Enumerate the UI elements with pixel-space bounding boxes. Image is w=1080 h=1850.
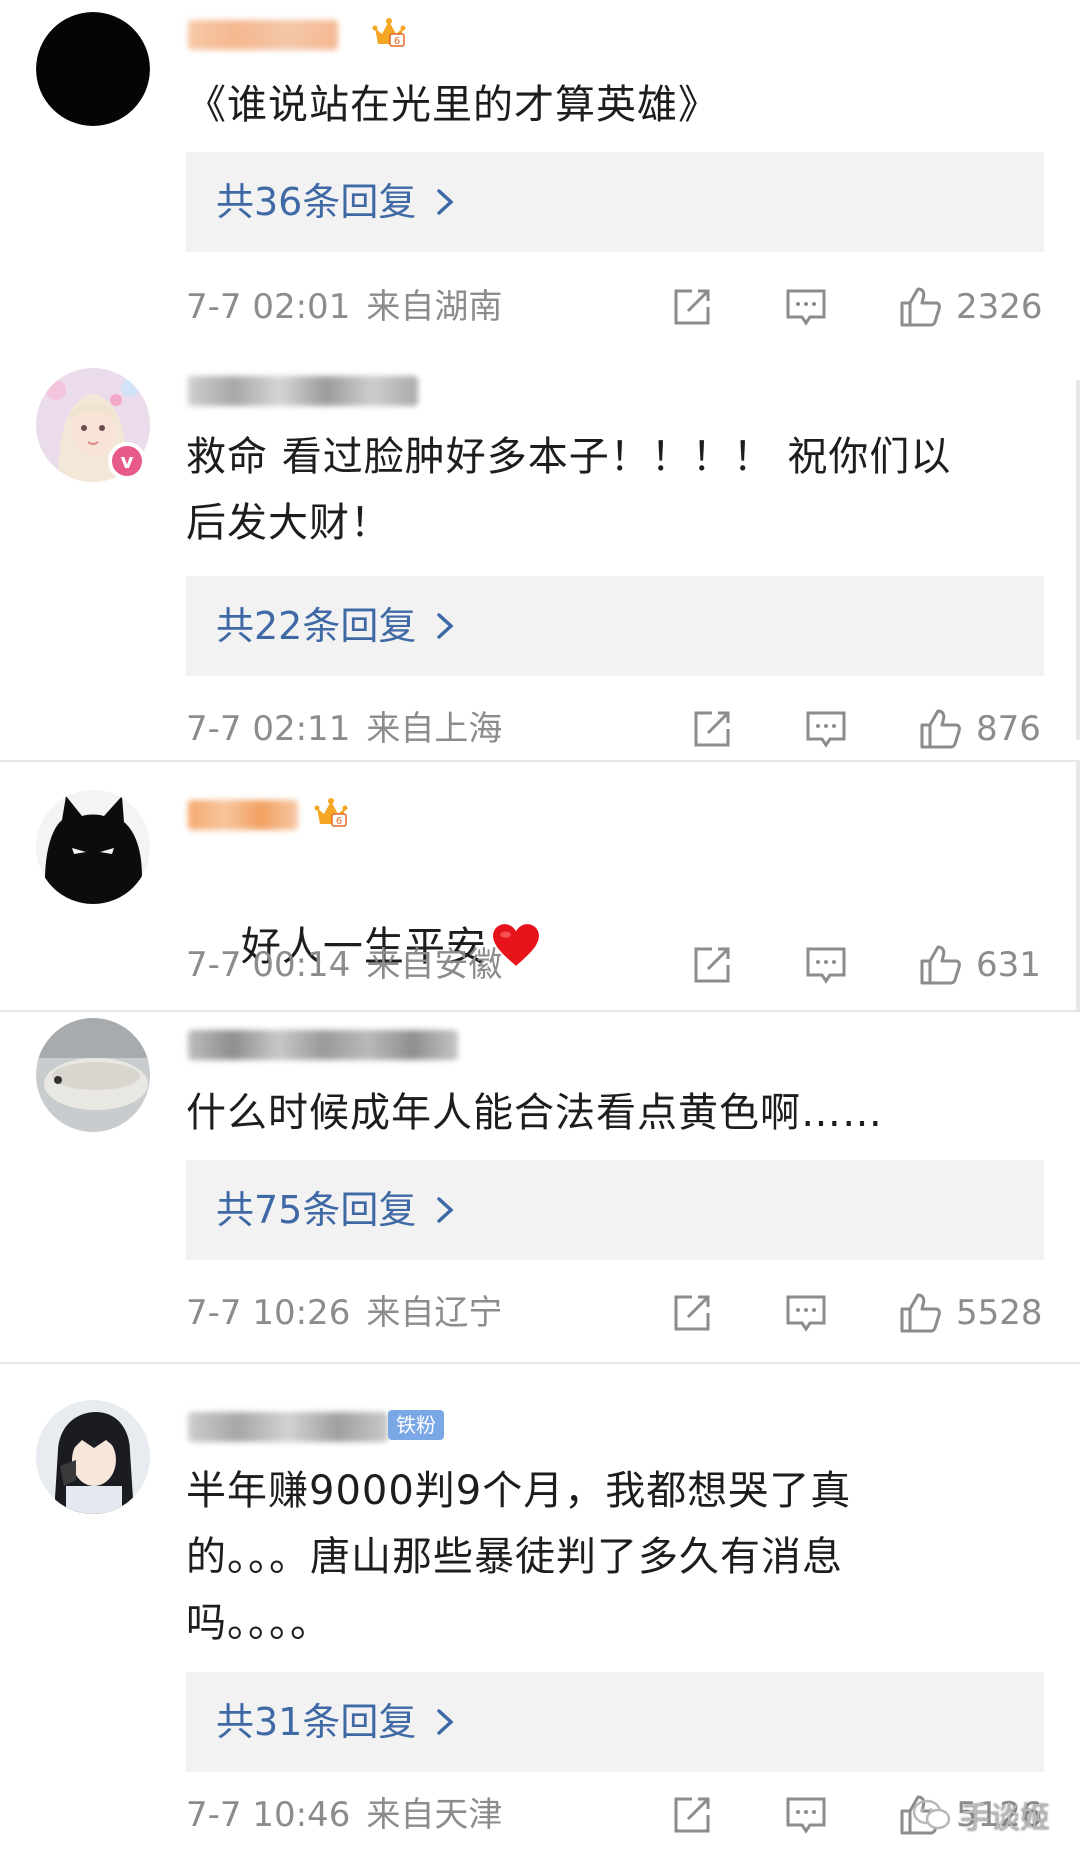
- reply-box[interactable]: 共36条回复: [186, 152, 1044, 252]
- divider: [0, 1362, 1080, 1364]
- share-icon[interactable]: [670, 1291, 714, 1335]
- chevron-right-icon: [437, 1197, 454, 1223]
- like-count: 2326: [956, 287, 1043, 327]
- comment-meta: 7-7 02:11 来自上海: [186, 704, 502, 754]
- comment: 6 好人一生平安 7-7 00:14 来自安徽 631: [0, 780, 1080, 1010]
- share-icon[interactable]: [690, 943, 734, 987]
- comment-icon[interactable]: [804, 943, 848, 987]
- comment-time: 7-7 10:46: [186, 1795, 351, 1835]
- comment-text: 半年赚9000判9个月，我都想哭了真 的。。。唐山那些暴徒判了多久有消息 吗。。…: [186, 1468, 852, 1646]
- reply-count-label: 共75条回复: [216, 1188, 417, 1232]
- view-replies-link[interactable]: 共36条回复: [216, 152, 454, 252]
- avatar[interactable]: [36, 12, 150, 126]
- username-blurred[interactable]: [188, 20, 338, 50]
- chevron-right-icon: [437, 613, 454, 639]
- share-icon[interactable]: [690, 707, 734, 751]
- like-count: 876: [976, 709, 1041, 749]
- crown-icon: 6: [314, 798, 348, 827]
- comment-actions: 5528: [670, 1288, 1043, 1338]
- view-replies-link[interactable]: 共31条回复: [216, 1672, 454, 1772]
- avatar[interactable]: [36, 1018, 150, 1132]
- watermark-text: 手谈姬: [960, 1801, 1050, 1836]
- comment-text: 救命 看过脸肿好多本子！！！！ 祝你们以 后发大财！: [186, 434, 952, 546]
- share-icon[interactable]: [670, 1793, 714, 1837]
- chevron-right-icon: [437, 1709, 454, 1735]
- reply-box[interactable]: 共22条回复: [186, 576, 1044, 676]
- reply-count-label: 共36条回复: [216, 180, 417, 224]
- like-icon[interactable]: [898, 1291, 942, 1335]
- svg-text:6: 6: [336, 816, 342, 827]
- comment: 什么时候成年人能合法看点黄色啊…… 共75条回复 7-7 10:26 来自辽宁 5…: [0, 1010, 1080, 1350]
- edge-line: [1076, 760, 1080, 1010]
- comment-icon[interactable]: [784, 1793, 828, 1837]
- black-circle-avatar-image: [36, 12, 150, 126]
- comment: 6 《谁说站在光里的才算英雄》 共36条回复 7-7 02:01 来自湖南 232…: [0, 0, 1080, 327]
- username-blurred[interactable]: [188, 1412, 388, 1442]
- comment-location: 来自辽宁: [366, 1293, 503, 1333]
- comment-time: 7-7 00:14: [186, 945, 351, 985]
- comment-location: 来自上海: [366, 709, 503, 749]
- fan-badge: 铁粉: [388, 1410, 444, 1440]
- comment: v 救命 看过脸肿好多本子！！！！ 祝你们以 后发大财！ 共22条回复 7-7 …: [0, 360, 1080, 760]
- comment-location: 来自天津: [366, 1795, 503, 1835]
- like-icon[interactable]: [918, 707, 962, 751]
- comment-text: 什么时候成年人能合法看点黄色啊……: [186, 1090, 883, 1136]
- wechat-icon: [912, 1799, 951, 1830]
- view-replies-link[interactable]: 共22条回复: [216, 576, 454, 676]
- comment-actions: 631: [690, 940, 1041, 990]
- reply-count-label: 共31条回复: [216, 1700, 417, 1744]
- chevron-right-icon: [437, 189, 454, 215]
- comment-meta: 7-7 10:46 来自天津: [186, 1790, 502, 1840]
- comment: 铁粉 半年赚9000判9个月，我都想哭了真 的。。。唐山那些暴徒判了多久有消息 …: [0, 1390, 1080, 1850]
- comment-meta: 7-7 02:01 来自湖南: [186, 282, 502, 332]
- divider: [0, 336, 1080, 338]
- avatar[interactable]: [36, 1400, 150, 1514]
- avatar[interactable]: [36, 790, 150, 904]
- v-icon: v: [108, 442, 146, 480]
- black-cat-avatar-image: [36, 790, 150, 904]
- username-blurred[interactable]: [188, 800, 298, 830]
- crown-icon: 6: [372, 18, 406, 47]
- comment-text: 《谁说站在光里的才算英雄》: [186, 82, 719, 128]
- comment-location: 来自安徽: [366, 945, 503, 985]
- username-blurred[interactable]: [188, 1030, 458, 1060]
- anime-character-avatar-image: [36, 1400, 150, 1514]
- view-replies-link[interactable]: 共75条回复: [216, 1160, 454, 1260]
- comment-icon[interactable]: [784, 1291, 828, 1335]
- watermark: 手谈姬: [912, 1790, 1050, 1840]
- svg-text:6: 6: [394, 36, 400, 47]
- comment-time: 7-7 02:11: [186, 709, 351, 749]
- like-count: 631: [976, 945, 1041, 985]
- reply-box[interactable]: 共75条回复: [186, 1160, 1044, 1260]
- reply-count-label: 共22条回复: [216, 604, 417, 648]
- comment-icon[interactable]: [804, 707, 848, 751]
- comment-time: 7-7 02:01: [186, 287, 351, 327]
- username-blurred[interactable]: [188, 376, 418, 406]
- comment-meta: 7-7 10:26 来自辽宁: [186, 1288, 502, 1338]
- like-count: 5528: [956, 1293, 1043, 1333]
- like-icon[interactable]: [918, 943, 962, 987]
- comment-meta: 7-7 00:14 来自安徽: [186, 940, 502, 990]
- comment-actions: 2326: [670, 282, 1043, 332]
- fish-avatar-image: [36, 1018, 150, 1132]
- divider: [0, 760, 1080, 762]
- like-icon[interactable]: [898, 285, 942, 329]
- reply-box[interactable]: 共31条回复: [186, 1672, 1044, 1772]
- comment-location: 来自湖南: [366, 287, 503, 327]
- comment-actions: 876: [690, 704, 1041, 754]
- share-icon[interactable]: [670, 285, 714, 329]
- comment-time: 7-7 10:26: [186, 1293, 351, 1333]
- comment-icon[interactable]: [784, 285, 828, 329]
